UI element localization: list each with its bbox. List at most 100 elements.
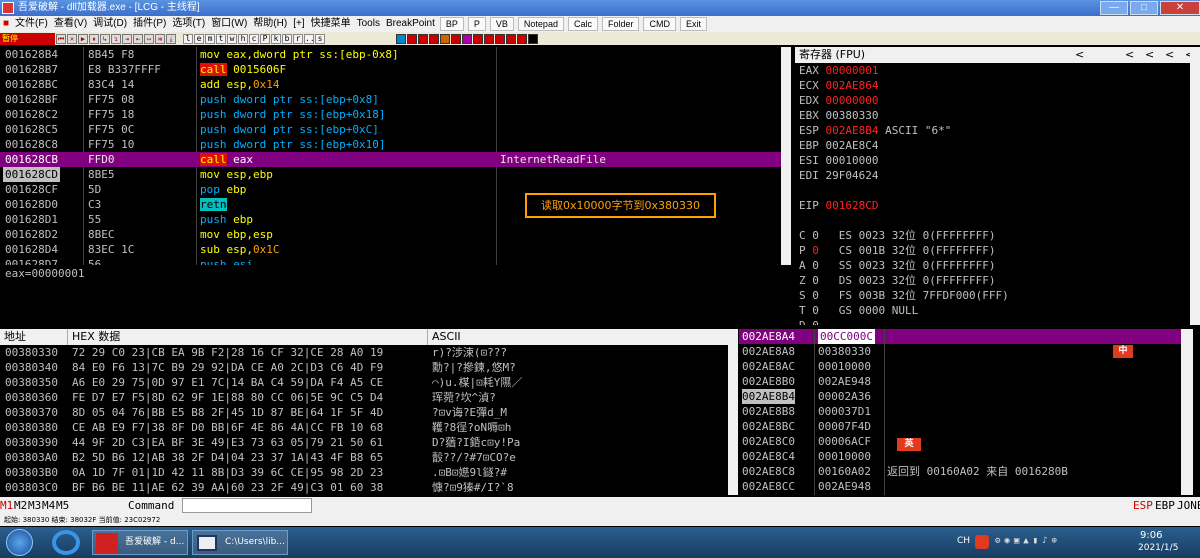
stack-row[interactable]: 002AE8C8 00160A02 返回到 00160A02 来自 0016280B (739, 464, 1181, 479)
mark-m4[interactable]: M4 (42, 497, 55, 514)
menu-item-0[interactable]: 文件(F) (12, 16, 51, 32)
disasm-row[interactable]: 001628D2 8BEC mov ebp,esp (0, 227, 781, 242)
menu-item-9[interactable]: Tools (354, 16, 383, 32)
register-esi[interactable]: ESI 00010000 (795, 153, 1190, 168)
plugin-button-7[interactable]: Exit (679, 17, 707, 31)
plugin-button-4[interactable]: Calc (567, 17, 598, 31)
toolbar-window-button-5[interactable]: h (238, 33, 248, 44)
toolbar-plugin-icon-4[interactable] (440, 33, 450, 44)
dump-row[interactable]: 003803C0 BF B6 BE 11|AE 62 39 AA|60 23 2F… (0, 480, 728, 495)
toolbar-plugin-icon-3[interactable] (429, 33, 439, 44)
flag-p[interactable]: P 0 CS 001B 32位 0(FFFFFFFF) (795, 243, 1190, 258)
dump-row[interactable]: 00380340 84 E0 F6 13|7C B9 29 92|DA CE A0… (0, 360, 728, 375)
menu-item-2[interactable]: 调试(D) (90, 16, 130, 32)
toolbar-window-button-4[interactable]: w (227, 33, 237, 44)
register-edx[interactable]: EDX 00000000 (795, 93, 1190, 108)
flag-d[interactable]: D 0 (795, 318, 1190, 325)
toolbar-window-button-0[interactable]: l (183, 33, 193, 44)
toolbar-plugin-icon-11[interactable] (517, 33, 527, 44)
disasm-row[interactable]: 001628C2 FF75 18 push dword ptr ss:[ebp+0x… (0, 107, 781, 122)
toolbar-debug-button-10[interactable]: ⤓ (166, 33, 176, 44)
toolbar-plugin-icon-12[interactable] (528, 33, 538, 44)
toolbar-plugin-icon-9[interactable] (495, 33, 505, 44)
toolbar-window-button-1[interactable]: e (194, 33, 204, 44)
dump-scrollbar[interactable] (728, 329, 738, 495)
registers-pane[interactable]: 寄存器 (FPU) < < < < < EAX 00000001 ECX 002AE864 E… (795, 47, 1190, 325)
dump-row[interactable]: 00380370 8D 05 04 76|BB E5 B8 2F|45 1D 87… (0, 405, 728, 420)
registers-scrollbar[interactable] (1190, 47, 1200, 325)
toolbar-window-button-10[interactable]: r (293, 33, 303, 44)
tray-lang[interactable]: CH (957, 536, 970, 546)
register-view-arrow[interactable]: < (1125, 47, 1134, 63)
register-ecx[interactable]: ECX 002AE864 (795, 78, 1190, 93)
menu-item-1[interactable]: 查看(V) (51, 16, 90, 32)
toolbar-plugin-icon-0[interactable] (396, 33, 406, 44)
maximize-button[interactable]: □ (1130, 1, 1158, 15)
disasm-row[interactable]: 001628D4 83EC 1C sub esp,0x1C (0, 242, 781, 257)
stack-row[interactable]: 002AE8B8 000037D1 (739, 404, 1181, 419)
dump-row[interactable]: 00380330 72 29 C0 23|CB EA 9B F2|28 16 CF… (0, 345, 728, 360)
toolbar-debug-button-7[interactable]: ⇤ (133, 33, 143, 44)
dump-row[interactable]: 003803B0 0A 1D 7F 01|1D 42 11 8B|D3 39 6C… (0, 465, 728, 480)
register-esp[interactable]: ESP 002AE8B4 ASCII "6*" (795, 123, 1190, 138)
toolbar-window-button-6[interactable]: c (249, 33, 259, 44)
disasm-row[interactable]: 001628CB FFD0 call eax InternetReadFile (0, 152, 781, 167)
stack-row[interactable]: 002AE8A4 00CC000C (739, 329, 1181, 344)
ime-badge-en[interactable]: 英 (897, 438, 921, 451)
toolbar-debug-button-6[interactable]: ⇥ (122, 33, 132, 44)
toolbar-debug-button-0[interactable]: ⏮ (56, 33, 66, 44)
stack-row[interactable]: 002AE8CC 002AE948 (739, 479, 1181, 494)
stack-row[interactable]: 002AE8BC 00007F4D (739, 419, 1181, 434)
dump-row[interactable]: 00380350 A6 E0 29 75|0D 97 E1 7C|14 BA C4… (0, 375, 728, 390)
dump-row[interactable]: 00380360 FE D7 E7 F5|8D 62 9F 1E|88 80 CC… (0, 390, 728, 405)
register-ebx[interactable]: EBX 00380330 (795, 108, 1190, 123)
tray-ime-icon[interactable] (975, 535, 989, 549)
register-eip[interactable]: EIP 001628CD (795, 198, 1190, 213)
taskbar-item-debugger[interactable]: 吾爱破解 - d... (92, 530, 188, 555)
toolbar-debug-button-5[interactable]: ↴ (111, 33, 121, 44)
toolbar-plugin-icon-7[interactable] (473, 33, 483, 44)
plugin-button-2[interactable]: VB (489, 17, 514, 31)
menu-item-4[interactable]: 选项(T) (169, 16, 208, 32)
command-input[interactable] (182, 498, 312, 513)
menu-item-8[interactable]: 快捷菜单 (308, 16, 354, 32)
plugin-button-3[interactable]: Notepad (517, 17, 564, 31)
menu-item-7[interactable]: [+] (290, 16, 307, 32)
plugin-button-1[interactable]: P (467, 17, 486, 31)
dump-pane[interactable]: 00380330 72 29 C0 23|CB EA 9B F2|28 16 CF… (0, 345, 728, 495)
disasm-row[interactable]: 001628B7 E8 B337FFFF call 0015606F (0, 62, 781, 77)
toolbar-window-button-7[interactable]: P (260, 33, 270, 44)
stack-row[interactable]: 002AE8C4 00010000 (739, 449, 1181, 464)
toolbar-debug-button-4[interactable]: ↳ (100, 33, 110, 44)
toolbar-plugin-icon-6[interactable] (462, 33, 472, 44)
ime-badge-zh[interactable]: 中 (1113, 345, 1133, 358)
dump-row[interactable]: 00380390 44 9F 2D C3|EA BF 3E 49|E3 73 63… (0, 435, 728, 450)
flag-s[interactable]: S 0 FS 003B 32位 7FFDF000(FFF) (795, 288, 1190, 303)
jone-label[interactable]: JONE (1177, 497, 1200, 514)
disassembly-pane[interactable]: 001628B4 8B45 F8 mov eax,dword ptr ss:[ebp… (0, 47, 781, 265)
flag-a[interactable]: A 0 SS 0023 32位 0(FFFFFFFF) (795, 258, 1190, 273)
toolbar-debug-button-1[interactable]: ✕ (67, 33, 77, 44)
tray-icons[interactable]: ⚙◉▣▲▮♪⊕ (995, 536, 1105, 548)
disasm-row[interactable]: 001628B4 8B45 F8 mov eax,dword ptr ss:[ebp… (0, 47, 781, 62)
register-view-arrow[interactable]: < (1075, 47, 1084, 63)
dump-row[interactable]: 003803A0 B2 5D B6 12|AB 38 2F D4|04 23 37… (0, 450, 728, 465)
register-ebp[interactable]: EBP 002AE8C4 (795, 138, 1190, 153)
flag-c[interactable]: C 0 ES 0023 32位 0(FFFFFFFF) (795, 228, 1190, 243)
mark-m3[interactable]: M3 (28, 497, 41, 514)
toolbar-window-button-12[interactable]: s (315, 33, 325, 44)
menu-item-6[interactable]: 帮助(H) (250, 16, 290, 32)
stack-row[interactable]: 002AE8B0 002AE948 (739, 374, 1181, 389)
toolbar-window-button-8[interactable]: k (271, 33, 281, 44)
toolbar-plugin-icon-8[interactable] (484, 33, 494, 44)
toolbar-debug-button-3[interactable]: ⏸ (89, 33, 99, 44)
clock-date[interactable]: 2021/1/5 (1138, 543, 1178, 553)
mark-m2[interactable]: M2 (14, 497, 27, 514)
disasm-scrollbar[interactable] (781, 47, 791, 265)
dump-row[interactable]: 00380380 CE AB E9 F7|38 8F D0 BB|6F 4E 86… (0, 420, 728, 435)
taskbar-item-explorer[interactable]: C:\Users\lib... (192, 530, 288, 555)
toolbar-window-button-9[interactable]: b (282, 33, 292, 44)
toolbar-plugin-icon-5[interactable] (451, 33, 461, 44)
disasm-row[interactable]: 001628C8 FF75 10 push dword ptr ss:[ebp+0x… (0, 137, 781, 152)
register-view-arrow[interactable]: < (1145, 47, 1154, 63)
